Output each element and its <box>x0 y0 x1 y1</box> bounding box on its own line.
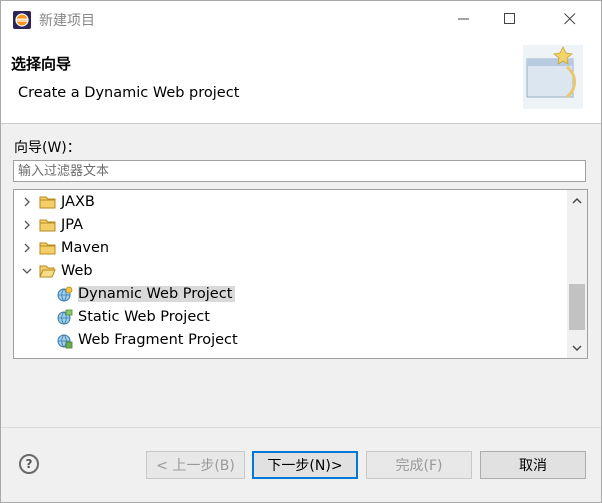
tree-item-label: Static Web Project <box>78 309 210 325</box>
cancel-button[interactable]: 取消 <box>480 451 586 479</box>
wizard-filter-label: 向导(W)： <box>14 140 81 156</box>
chevron-right-icon[interactable] <box>20 218 34 232</box>
tree-item-label: JPA <box>61 217 84 233</box>
static-web-project-icon <box>57 309 73 325</box>
back-button[interactable]: < 上一步(B) <box>146 451 245 479</box>
next-button[interactable]: 下一步(N)> <box>252 451 358 479</box>
tree-item-web-fragment-project[interactable]: Web Fragment Project <box>56 329 238 351</box>
close-icon <box>564 13 576 25</box>
scroll-down-button[interactable] <box>567 338 587 358</box>
folder-icon <box>39 242 56 255</box>
tree-item-static-web-project[interactable]: Static Web Project <box>56 306 210 328</box>
tree-vertical-scrollbar[interactable] <box>567 190 587 358</box>
dynamic-web-project-icon <box>57 286 73 302</box>
tree-item-label: Web <box>61 263 93 279</box>
tree-item-label: JAXB <box>61 194 95 210</box>
help-button[interactable]: ? <box>19 454 39 474</box>
tree-item-jaxb[interactable]: JAXB <box>20 191 95 213</box>
folder-icon <box>39 196 56 209</box>
new-wizard-banner-icon <box>523 45 583 109</box>
tree-item-label: Dynamic Web Project <box>78 286 236 302</box>
chevron-down-icon[interactable] <box>20 264 34 278</box>
tree-item-label: Web Fragment Project <box>78 332 238 348</box>
header-title: 选择向导 <box>11 55 72 73</box>
web-fragment-project-icon <box>57 334 73 348</box>
tree-item-label: Maven <box>61 240 110 256</box>
chevron-down-icon <box>572 345 582 351</box>
footer-divider <box>1 427 601 428</box>
eclipse-app-icon <box>13 11 31 29</box>
help-icon: ? <box>25 457 33 471</box>
tree-item-web[interactable]: Web <box>20 260 93 282</box>
finish-button[interactable]: 完成(F) <box>366 451 472 479</box>
scroll-thumb[interactable] <box>569 284 585 330</box>
tree-item-dynamic-web-project[interactable]: Dynamic Web Project <box>56 283 236 305</box>
maximize-button[interactable] <box>487 1 533 37</box>
chevron-up-icon <box>572 197 582 203</box>
wizard-tree: JAXB JPA Maven Web Dynamic Web Project S… <box>13 189 588 359</box>
title-bar: 新建项目 <box>1 1 601 37</box>
wizard-filter-input[interactable] <box>13 160 586 182</box>
minimize-icon <box>458 18 469 20</box>
header-description: Create a Dynamic Web project <box>18 85 240 101</box>
scroll-up-button[interactable] <box>567 190 587 210</box>
wizard-header: 选择向导 Create a Dynamic Web project <box>1 37 601 124</box>
chevron-right-icon[interactable] <box>20 195 34 209</box>
minimize-button[interactable] <box>441 1 487 37</box>
chevron-right-icon[interactable] <box>20 241 34 255</box>
window-title: 新建项目 <box>39 13 95 29</box>
tree-item-jpa[interactable]: JPA <box>20 214 83 236</box>
close-button[interactable] <box>547 1 593 37</box>
open-folder-icon <box>39 265 56 278</box>
new-project-dialog: 新建项目 选择向导 Create a Dynamic Web project 向… <box>0 0 602 503</box>
maximize-icon <box>504 13 515 24</box>
folder-icon <box>39 219 56 232</box>
tree-item-maven[interactable]: Maven <box>20 237 109 259</box>
